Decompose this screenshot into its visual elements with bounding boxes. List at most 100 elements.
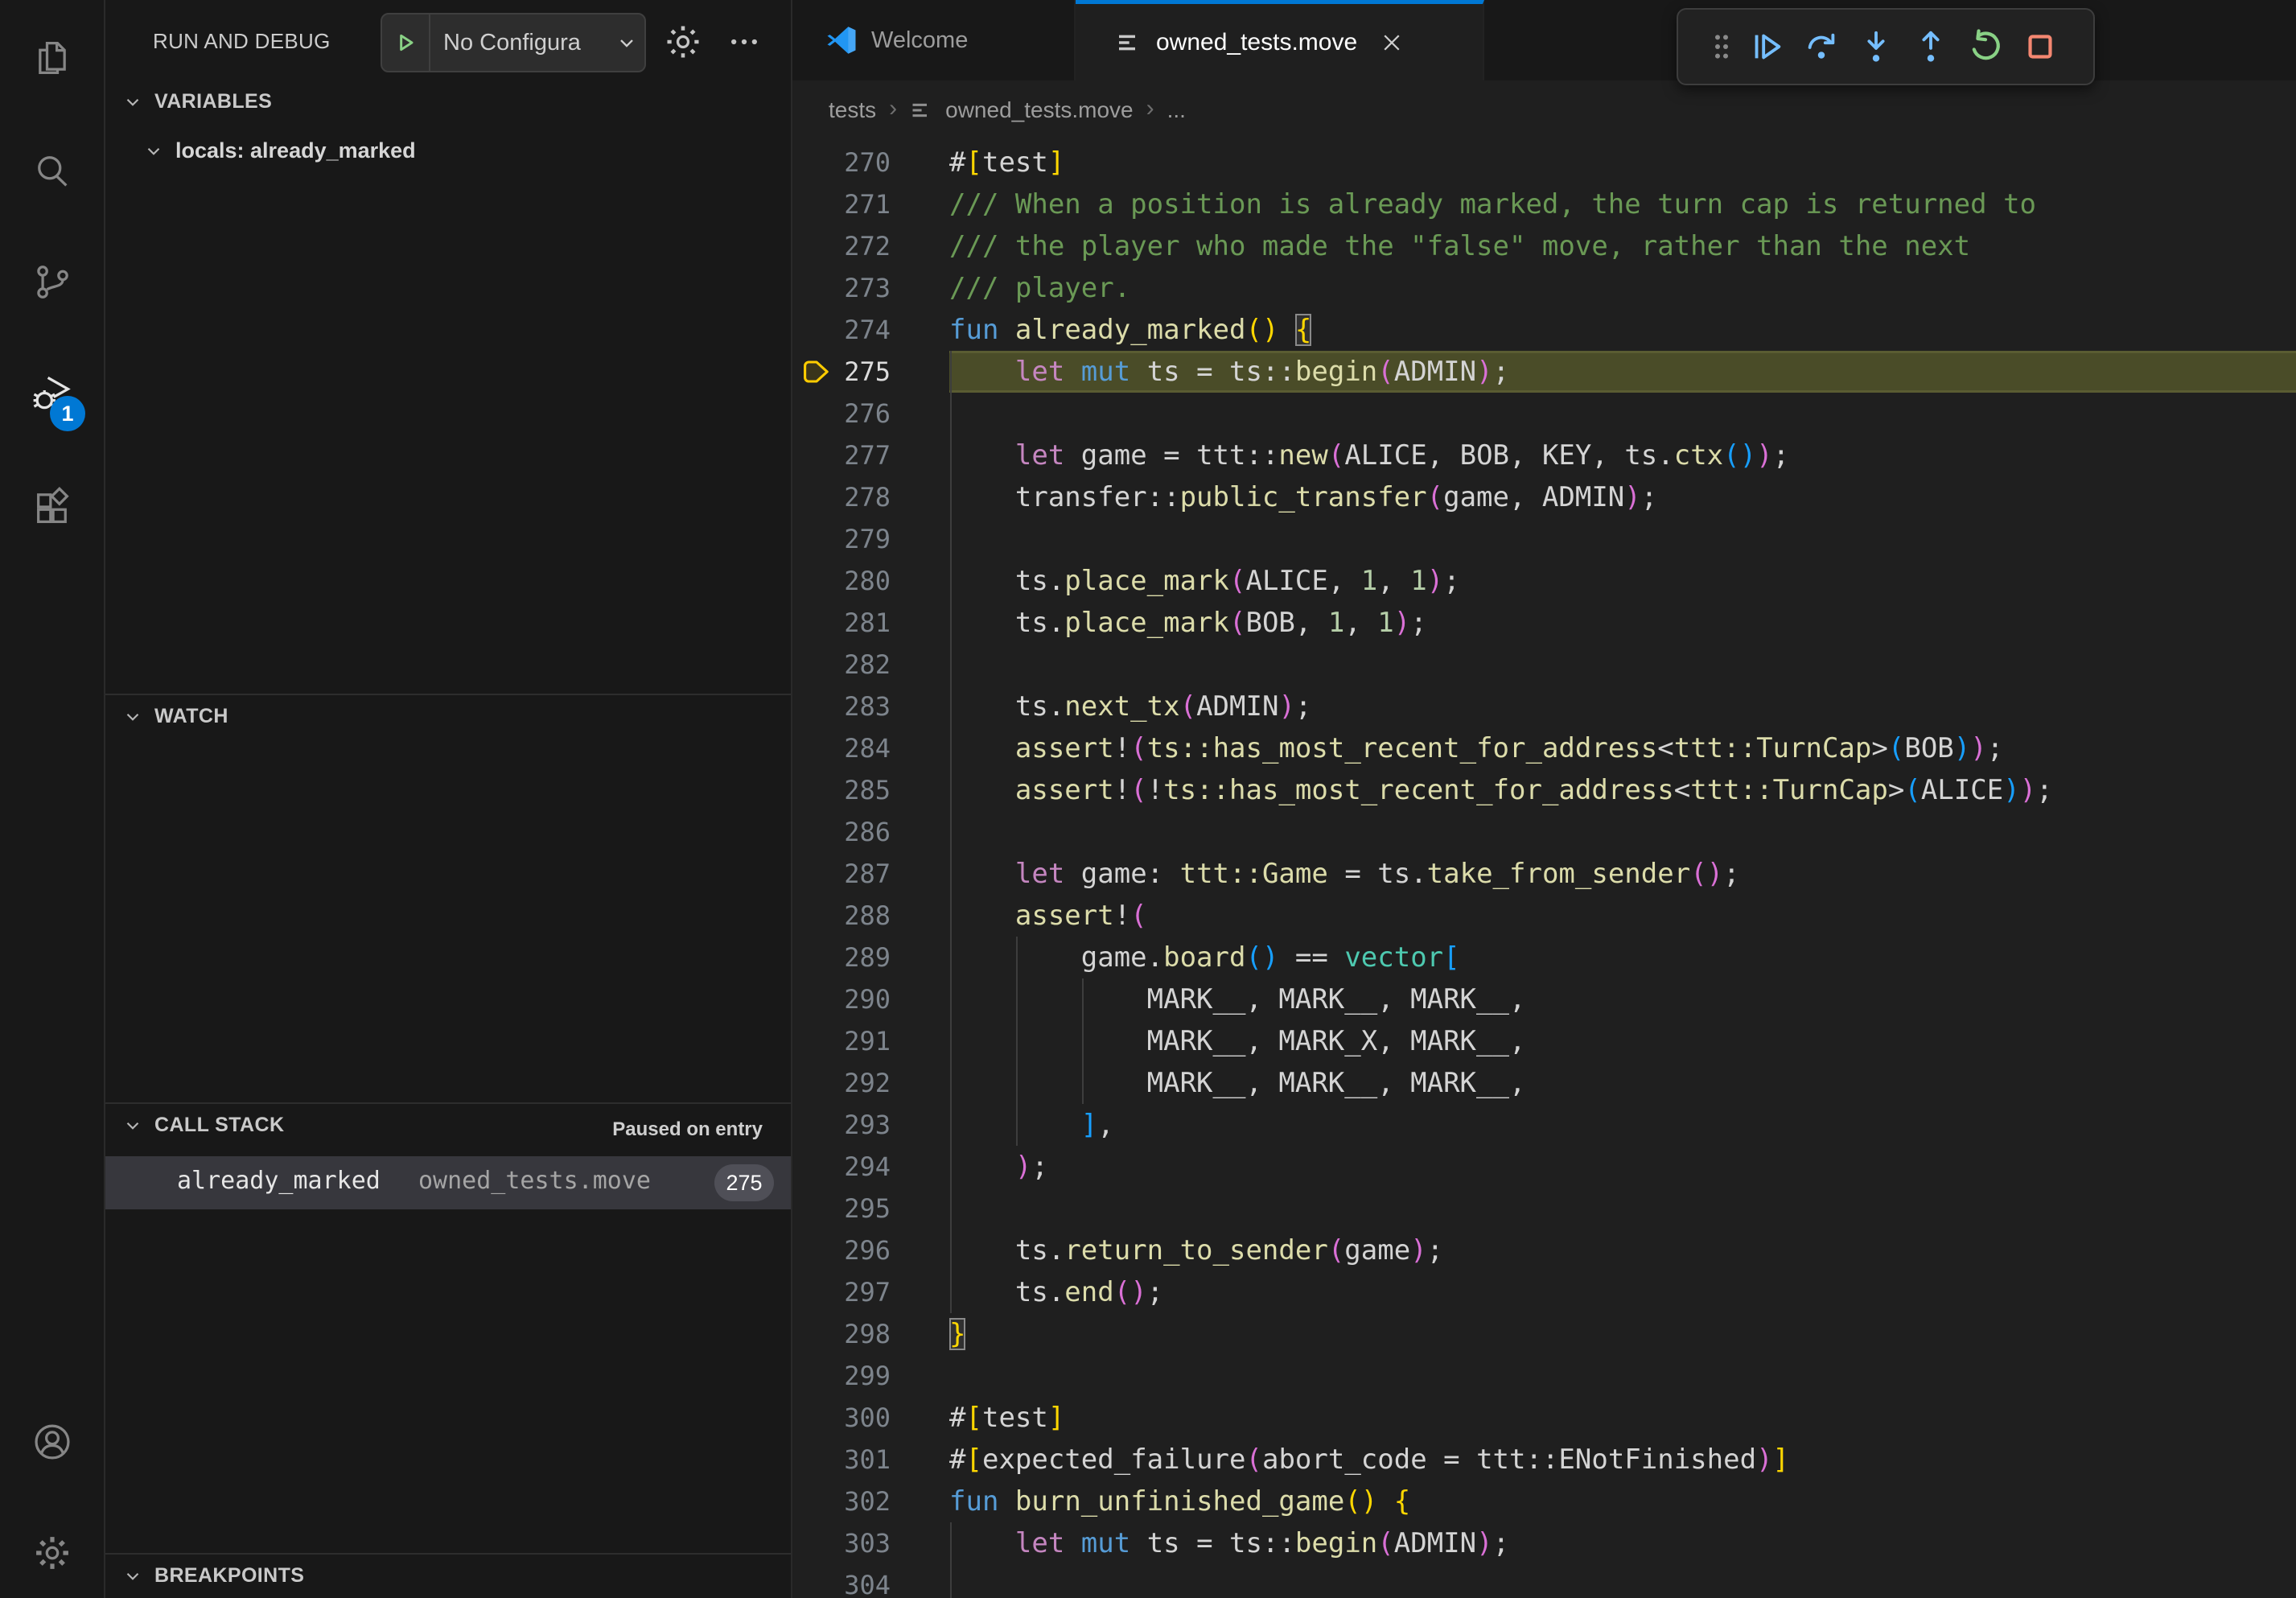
code-line-text[interactable]: assert!(ts::has_most_recent_for_address<… [949, 727, 2296, 769]
line-gutter[interactable]: 289 [792, 937, 949, 978]
code-line[interactable]: 289 game.board() == vector[ [792, 937, 2296, 978]
code-line[interactable]: 284 assert!(ts::has_most_recent_for_addr… [792, 727, 2296, 769]
breadcrumb-folder[interactable]: tests [829, 97, 876, 123]
line-gutter[interactable]: 294 [792, 1146, 949, 1188]
code-line-text[interactable]: MARK__, MARK__, MARK__, [949, 1062, 2296, 1104]
code-line[interactable]: 285 assert!(!ts::has_most_recent_for_add… [792, 769, 2296, 811]
code-line-text[interactable]: } [949, 1313, 2296, 1355]
line-gutter[interactable]: 287 [792, 853, 949, 895]
code-line-text[interactable]: ts.place_mark(ALICE, 1, 1); [949, 560, 2296, 602]
line-gutter[interactable]: 293 [792, 1104, 949, 1146]
code-line[interactable]: 299 [792, 1355, 2296, 1397]
code-line-text[interactable]: /// When a position is already marked, t… [949, 183, 2296, 225]
line-gutter[interactable]: 299 [792, 1355, 949, 1397]
line-gutter[interactable]: 281 [792, 602, 949, 644]
code-line-text[interactable]: game.board() == vector[ [949, 937, 2296, 978]
line-gutter[interactable]: 270 [792, 142, 949, 183]
step-out-button[interactable] [1907, 21, 1954, 72]
code-line[interactable]: 280 ts.place_mark(ALICE, 1, 1); [792, 560, 2296, 602]
code-line[interactable]: 287 let game: ttt::Game = ts.take_from_s… [792, 853, 2296, 895]
code-line[interactable]: 277 let game = ttt::new(ALICE, BOB, KEY,… [792, 435, 2296, 476]
line-gutter[interactable]: 303 [792, 1522, 949, 1564]
code-line-text[interactable] [949, 811, 2296, 853]
code-line[interactable]: 276 [792, 393, 2296, 435]
settings-gear-icon[interactable] [0, 1513, 104, 1593]
code-line-text[interactable]: #[test] [949, 1397, 2296, 1439]
account-icon[interactable] [0, 1402, 104, 1482]
code-line-text[interactable]: let game: ttt::Game = ts.take_from_sende… [949, 853, 2296, 895]
stop-button[interactable] [2017, 21, 2064, 72]
code-line[interactable]: 281 ts.place_mark(BOB, 1, 1); [792, 602, 2296, 644]
code-line-text[interactable] [949, 1355, 2296, 1397]
line-gutter[interactable]: 291 [792, 1020, 949, 1062]
source-control-icon[interactable] [0, 241, 104, 322]
code-line-text[interactable]: ts.end(); [949, 1271, 2296, 1313]
explorer-icon[interactable] [0, 18, 104, 98]
code-line-text[interactable]: ); [949, 1146, 2296, 1188]
line-gutter[interactable]: 290 [792, 978, 949, 1020]
line-gutter[interactable]: 284 [792, 727, 949, 769]
section-watch[interactable]: WATCH [122, 705, 228, 728]
line-gutter[interactable]: 301 [792, 1439, 949, 1481]
code-line[interactable]: 278 transfer::public_transfer(game, ADMI… [792, 476, 2296, 518]
code-line-text[interactable]: assert!(!ts::has_most_recent_for_address… [949, 769, 2296, 811]
launch-configuration-dropdown[interactable]: No Configura [381, 13, 646, 72]
call-stack-frame-row[interactable]: already_marked owned_tests.move 275 [105, 1156, 791, 1209]
extensions-icon[interactable] [0, 467, 104, 547]
code-line-text[interactable]: transfer::public_transfer(game, ADMIN); [949, 476, 2296, 518]
code-line[interactable]: 283 ts.next_tx(ADMIN); [792, 686, 2296, 727]
debug-settings-gear-icon[interactable] [662, 21, 704, 63]
close-tab-icon[interactable] [1378, 29, 1405, 56]
code-line[interactable]: 302fun burn_unfinished_game() { [792, 1481, 2296, 1522]
code-line[interactable]: 300#[test] [792, 1397, 2296, 1439]
code-line[interactable]: 301#[expected_failure(abort_code = ttt::… [792, 1439, 2296, 1481]
code-line[interactable]: 295 [792, 1188, 2296, 1229]
code-line-text[interactable]: MARK__, MARK__, MARK__, [949, 978, 2296, 1020]
code-line[interactable]: 297 ts.end(); [792, 1271, 2296, 1313]
restart-button[interactable] [1962, 21, 2009, 72]
line-gutter[interactable]: 298 [792, 1313, 949, 1355]
line-gutter[interactable]: 300 [792, 1397, 949, 1439]
code-line-text[interactable] [949, 518, 2296, 560]
code-line-text[interactable]: /// the player who made the "false" move… [949, 225, 2296, 267]
code-line[interactable]: 304 [792, 1564, 2296, 1598]
line-gutter[interactable]: 295 [792, 1188, 949, 1229]
code-line-text[interactable]: assert!( [949, 895, 2296, 937]
section-call-stack[interactable]: CALL STACK [122, 1114, 284, 1137]
code-line[interactable]: 303 let mut ts = ts::begin(ADMIN); [792, 1522, 2296, 1564]
line-gutter[interactable]: 297 [792, 1271, 949, 1313]
continue-button[interactable] [1743, 21, 1790, 72]
tab-welcome[interactable]: Welcome [792, 0, 1076, 80]
drag-handle-icon[interactable] [1708, 21, 1735, 72]
line-gutter[interactable]: 277 [792, 435, 949, 476]
tab-owned-tests-move[interactable]: owned_tests.move [1076, 0, 1484, 80]
code-line[interactable]: 290 MARK__, MARK__, MARK__, [792, 978, 2296, 1020]
code-line-text[interactable]: ], [949, 1104, 2296, 1146]
line-gutter[interactable]: 273 [792, 267, 949, 309]
code-line[interactable]: 275 let mut ts = ts::begin(ADMIN); [792, 351, 2296, 393]
code-line-text[interactable]: #[expected_failure(abort_code = ttt::ENo… [949, 1439, 2296, 1481]
line-gutter[interactable]: 296 [792, 1229, 949, 1271]
code-line[interactable]: 270#[test] [792, 142, 2296, 183]
code-line[interactable]: 279 [792, 518, 2296, 560]
code-line[interactable]: 288 assert!( [792, 895, 2296, 937]
locals-scope-row[interactable]: locals: already_marked [143, 138, 416, 163]
code-line[interactable]: 292 MARK__, MARK__, MARK__, [792, 1062, 2296, 1104]
code-line[interactable]: 291 MARK__, MARK_X, MARK__, [792, 1020, 2296, 1062]
code-line[interactable]: 296 ts.return_to_sender(game); [792, 1229, 2296, 1271]
code-line[interactable]: 273/// player. [792, 267, 2296, 309]
code-line[interactable]: 293 ], [792, 1104, 2296, 1146]
code-line[interactable]: 282 [792, 644, 2296, 686]
code-line-text[interactable]: ts.next_tx(ADMIN); [949, 686, 2296, 727]
step-into-button[interactable] [1853, 21, 1899, 72]
code-line-text[interactable] [949, 1188, 2296, 1229]
line-gutter[interactable]: 272 [792, 225, 949, 267]
line-gutter[interactable]: 286 [792, 811, 949, 853]
line-gutter[interactable]: 304 [792, 1564, 949, 1598]
code-line[interactable]: 274fun already_marked() { [792, 309, 2296, 351]
breadcrumb-more[interactable]: ... [1167, 97, 1186, 123]
line-gutter[interactable]: 302 [792, 1481, 949, 1522]
line-gutter[interactable]: 283 [792, 686, 949, 727]
line-gutter[interactable]: 285 [792, 769, 949, 811]
start-debugging-icon[interactable] [382, 30, 429, 56]
